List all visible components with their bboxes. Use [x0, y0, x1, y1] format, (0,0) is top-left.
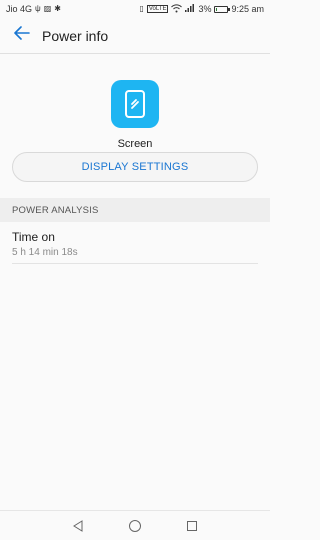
back-arrow-icon: [14, 26, 30, 45]
status-left: Jio 4G ψ ▨ ✱: [6, 4, 61, 14]
usb-icon: ψ: [35, 4, 41, 13]
home-circle-icon: [128, 519, 141, 532]
section-header: POWER ANALYSIS: [0, 198, 270, 222]
back-triangle-icon: [73, 519, 83, 532]
status-bar: Jio 4G ψ ▨ ✱ ▯ VoLTE 3% 9:25 am: [0, 0, 270, 18]
app-bar: Power info: [0, 18, 270, 54]
screen-icon: [111, 80, 159, 128]
vibrate-icon: ▯: [139, 4, 144, 13]
wifi-icon: [171, 3, 183, 15]
nav-bar: [0, 510, 270, 540]
no-sim-icon: ▨: [43, 4, 52, 13]
clock: 9:25 am: [231, 4, 264, 14]
recents-square-icon: [186, 520, 197, 531]
battery-icon: [214, 5, 231, 13]
page-title: Power info: [42, 27, 109, 44]
signal-icon: [185, 4, 195, 14]
status-right: ▯ VoLTE 3% 9:25 am: [139, 3, 264, 15]
volte-icon: VoLTE: [146, 5, 169, 13]
nav-recents-button[interactable]: [180, 514, 204, 538]
settings-icon: ✱: [54, 4, 61, 13]
carrier-label: Jio 4G: [6, 4, 33, 14]
nav-home-button[interactable]: [123, 514, 147, 538]
list-item: Time on 5 h 14 min 18s: [12, 228, 258, 264]
hero-label: Screen: [117, 138, 153, 150]
time-on-value: 5 h 14 min 18s: [12, 247, 78, 258]
battery-percent: 3%: [198, 4, 212, 14]
hero: Screen: [0, 80, 270, 150]
time-on-title: Time on: [12, 230, 55, 244]
nav-back-button[interactable]: [66, 514, 90, 538]
back-button[interactable]: [4, 18, 40, 54]
display-settings-button[interactable]: DISPLAY SETTINGS: [12, 152, 258, 182]
